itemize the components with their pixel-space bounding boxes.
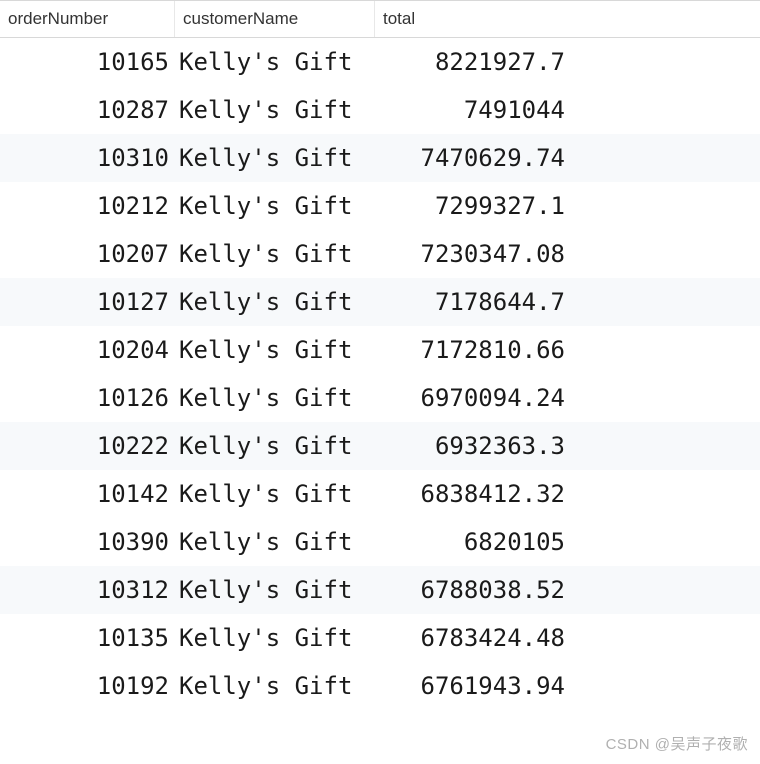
cell-total: 8221927.7 (381, 48, 571, 76)
table-row[interactable]: 10312Kelly's Gift6788038.52 (0, 566, 760, 614)
cell-ordernumber: 10390 (0, 528, 175, 556)
cell-total: 7299327.1 (381, 192, 571, 220)
cell-customername: Kelly's Gift (175, 528, 381, 556)
table-body: 10165Kelly's Gift8221927.710287Kelly's G… (0, 38, 760, 710)
table-row[interactable]: 10126Kelly's Gift6970094.24 (0, 374, 760, 422)
cell-customername: Kelly's Gift (175, 672, 381, 700)
cell-total: 7178644.7 (381, 288, 571, 316)
cell-customername: Kelly's Gift (175, 192, 381, 220)
table-row[interactable]: 10390Kelly's Gift6820105 (0, 518, 760, 566)
cell-ordernumber: 10287 (0, 96, 175, 124)
cell-customername: Kelly's Gift (175, 96, 381, 124)
cell-ordernumber: 10127 (0, 288, 175, 316)
cell-total: 6970094.24 (381, 384, 571, 412)
cell-ordernumber: 10135 (0, 624, 175, 652)
table-row[interactable]: 10204Kelly's Gift7172810.66 (0, 326, 760, 374)
cell-total: 6820105 (381, 528, 571, 556)
table-row[interactable]: 10127Kelly's Gift7178644.7 (0, 278, 760, 326)
table-row[interactable]: 10165Kelly's Gift8221927.7 (0, 38, 760, 86)
cell-total: 6761943.94 (381, 672, 571, 700)
cell-customername: Kelly's Gift (175, 144, 381, 172)
cell-customername: Kelly's Gift (175, 48, 381, 76)
cell-total: 6838412.32 (381, 480, 571, 508)
watermark-text: CSDN @吴声子夜歌 (606, 733, 748, 754)
cell-total: 6788038.52 (381, 576, 571, 604)
cell-customername: Kelly's Gift (175, 288, 381, 316)
cell-total: 6783424.48 (381, 624, 571, 652)
table-row[interactable]: 10212Kelly's Gift7299327.1 (0, 182, 760, 230)
cell-total: 7491044 (381, 96, 571, 124)
cell-customername: Kelly's Gift (175, 624, 381, 652)
table-header-row: orderNumber customerName total (0, 0, 760, 38)
cell-ordernumber: 10204 (0, 336, 175, 364)
cell-ordernumber: 10165 (0, 48, 175, 76)
column-header-total[interactable]: total (375, 1, 760, 37)
cell-customername: Kelly's Gift (175, 336, 381, 364)
cell-customername: Kelly's Gift (175, 432, 381, 460)
table-row[interactable]: 10287Kelly's Gift7491044 (0, 86, 760, 134)
cell-ordernumber: 10312 (0, 576, 175, 604)
cell-customername: Kelly's Gift (175, 384, 381, 412)
table-row[interactable]: 10192Kelly's Gift6761943.94 (0, 662, 760, 710)
table-row[interactable]: 10142Kelly's Gift6838412.32 (0, 470, 760, 518)
results-table: orderNumber customerName total 10165Kell… (0, 0, 760, 764)
cell-total: 6932363.3 (381, 432, 571, 460)
cell-total: 7172810.66 (381, 336, 571, 364)
cell-ordernumber: 10212 (0, 192, 175, 220)
table-row[interactable]: 10207Kelly's Gift7230347.08 (0, 230, 760, 278)
cell-ordernumber: 10310 (0, 144, 175, 172)
cell-total: 7470629.74 (381, 144, 571, 172)
column-header-ordernumber[interactable]: orderNumber (0, 1, 175, 37)
cell-ordernumber: 10142 (0, 480, 175, 508)
cell-ordernumber: 10126 (0, 384, 175, 412)
cell-customername: Kelly's Gift (175, 480, 381, 508)
cell-ordernumber: 10222 (0, 432, 175, 460)
cell-ordernumber: 10207 (0, 240, 175, 268)
cell-customername: Kelly's Gift (175, 240, 381, 268)
table-row[interactable]: 10222Kelly's Gift6932363.3 (0, 422, 760, 470)
table-row[interactable]: 10310Kelly's Gift7470629.74 (0, 134, 760, 182)
cell-total: 7230347.08 (381, 240, 571, 268)
cell-customername: Kelly's Gift (175, 576, 381, 604)
column-header-customername[interactable]: customerName (175, 1, 375, 37)
table-row[interactable]: 10135Kelly's Gift6783424.48 (0, 614, 760, 662)
cell-ordernumber: 10192 (0, 672, 175, 700)
